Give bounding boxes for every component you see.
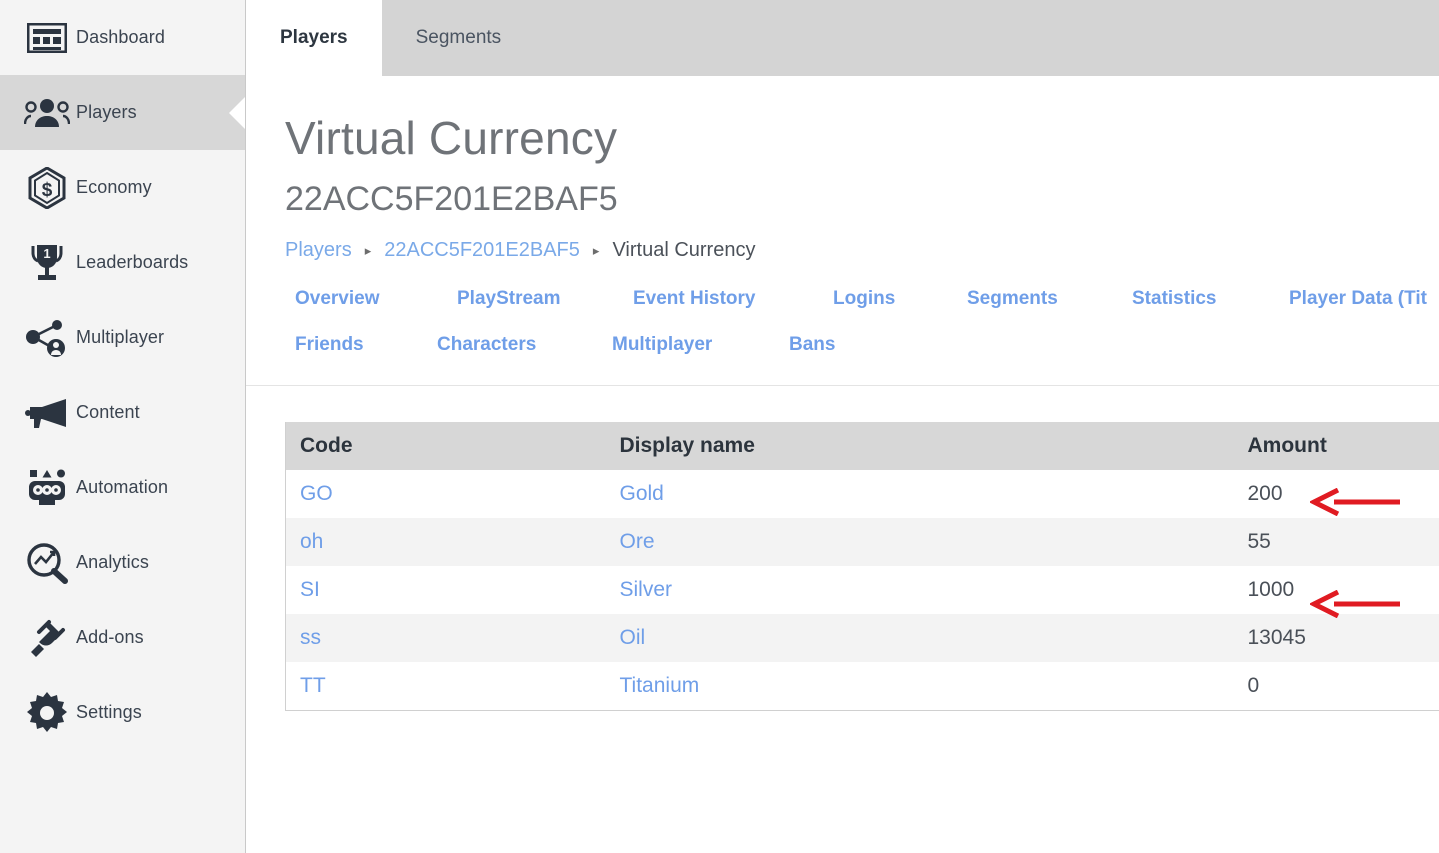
table-row: TTTitanium0	[286, 662, 1439, 711]
breadcrumb-separator-icon: ▸	[590, 244, 603, 257]
megaphone-icon	[18, 397, 76, 429]
sidebar-item-label: Automation	[76, 477, 168, 498]
breadcrumb-separator-icon: ▸	[362, 244, 375, 257]
sidebar-item-label: Multiplayer	[76, 327, 164, 348]
virtual-currency-table-wrapper: CodeDisplay nameAmount GOGold200ohOre55S…	[285, 422, 1439, 711]
sidebar-item-label: Content	[76, 402, 140, 423]
currency-code-link[interactable]: oh	[286, 518, 606, 566]
subnav-link-segments[interactable]: Segments	[967, 288, 1058, 310]
sidebar-item-add-ons[interactable]: Add-ons	[0, 600, 245, 675]
tab-label: Players	[280, 27, 348, 49]
page-subtitle: 22ACC5F201E2BAF5	[285, 182, 1439, 218]
table-row: ssOil13045	[286, 614, 1439, 662]
currency-name-link[interactable]: Gold	[606, 470, 1234, 518]
main-sidebar: Dashboard Players $ Economy 1 Leaderboards Mul…	[0, 0, 246, 853]
currency-code-link[interactable]: SI	[286, 566, 606, 614]
breadcrumb-item-3: Virtual Currency	[612, 239, 755, 262]
automation-icon	[18, 468, 76, 508]
currency-amount-value: 13045	[1234, 614, 1439, 662]
svg-text:$: $	[42, 180, 53, 201]
economy-icon: $	[18, 167, 76, 209]
currency-code-link[interactable]: GO	[286, 470, 606, 518]
breadcrumb-item-2[interactable]: 22ACC5F201E2BAF5	[384, 239, 580, 262]
dashboard-icon	[18, 23, 76, 53]
sidebar-item-analytics[interactable]: Analytics	[0, 525, 245, 600]
section-divider	[246, 385, 1439, 386]
column-header-amount[interactable]: Amount	[1234, 422, 1439, 470]
main-content: Players Segments Virtual Currency 22ACC5F…	[246, 0, 1439, 853]
sidebar-item-multiplayer[interactable]: Multiplayer	[0, 300, 245, 375]
sidebar-item-label: Analytics	[76, 552, 149, 573]
table-row: GOGold200	[286, 470, 1439, 518]
sidebar-item-settings[interactable]: Settings	[0, 675, 245, 750]
currency-code-link[interactable]: TT	[286, 662, 606, 711]
sub-navigation-row-1: Overview PlayStream Event History Logins Seg…	[285, 288, 1439, 314]
sub-navigation-row-2: Friends Characters Multiplayer Bans	[285, 334, 1439, 360]
sidebar-item-players[interactable]: Players	[0, 75, 245, 150]
subnav-link-event-history[interactable]: Event History	[633, 288, 755, 310]
currency-code-link[interactable]: ss	[286, 614, 606, 662]
plug-icon	[18, 618, 76, 658]
subnav-link-logins[interactable]: Logins	[833, 288, 895, 310]
sidebar-item-label: Economy	[76, 177, 152, 198]
table-body: GOGold200ohOre55SISilver1000ssOil13045TT…	[286, 470, 1439, 711]
sidebar-item-automation[interactable]: Automation	[0, 450, 245, 525]
currency-name-link[interactable]: Ore	[606, 518, 1234, 566]
table-row: ohOre55	[286, 518, 1439, 566]
page-body: Virtual Currency 22ACC5F201E2BAF5 Player…	[246, 114, 1439, 711]
subnav-link-player-data-tit[interactable]: Player Data (Tit	[1289, 288, 1427, 310]
analytics-icon	[18, 542, 76, 584]
sidebar-item-label: Players	[76, 102, 137, 123]
subnav-link-playstream[interactable]: PlayStream	[457, 288, 561, 310]
sidebar-item-content[interactable]: Content	[0, 375, 245, 450]
subnav-link-friends[interactable]: Friends	[295, 334, 364, 356]
currency-amount-value: 200	[1234, 470, 1439, 518]
breadcrumb: Players ▸ 22ACC5F201E2BAF5 ▸ Virtual Currenc…	[285, 239, 1439, 262]
virtual-currency-table: CodeDisplay nameAmount GOGold200ohOre55S…	[285, 422, 1439, 711]
players-icon	[18, 98, 76, 128]
subnav-link-multiplayer[interactable]: Multiplayer	[612, 334, 712, 356]
sidebar-item-label: Dashboard	[76, 27, 165, 48]
sidebar-item-label: Add-ons	[76, 627, 144, 648]
table-row: SISilver1000	[286, 566, 1439, 614]
subnav-link-overview[interactable]: Overview	[295, 288, 380, 310]
top-tab-bar: Players Segments	[246, 0, 1439, 76]
table-header: CodeDisplay nameAmount	[286, 422, 1439, 470]
subnav-link-characters[interactable]: Characters	[437, 334, 536, 356]
sidebar-item-economy[interactable]: $ Economy	[0, 150, 245, 225]
application-root: Dashboard Players $ Economy 1 Leaderboards Mul…	[0, 0, 1439, 853]
sidebar-item-label: Leaderboards	[76, 252, 188, 273]
page-title: Virtual Currency	[285, 114, 1439, 162]
multiplayer-icon	[18, 319, 76, 357]
tab-segments[interactable]: Segments	[382, 0, 536, 76]
gear-icon	[18, 692, 76, 734]
currency-name-link[interactable]: Titanium	[606, 662, 1234, 711]
column-header-display-name[interactable]: Display name	[606, 422, 1234, 470]
table-header-row: CodeDisplay nameAmount	[286, 422, 1439, 470]
subnav-link-statistics[interactable]: Statistics	[1132, 288, 1216, 310]
trophy-icon: 1	[18, 242, 76, 284]
tab-players[interactable]: Players	[246, 0, 382, 76]
currency-name-link[interactable]: Silver	[606, 566, 1234, 614]
sidebar-item-dashboard[interactable]: Dashboard	[0, 0, 245, 75]
currency-amount-value: 55	[1234, 518, 1439, 566]
column-header-code[interactable]: Code	[286, 422, 606, 470]
currency-amount-value: 1000	[1234, 566, 1439, 614]
svg-text:1: 1	[43, 246, 50, 261]
tab-label: Segments	[416, 27, 502, 49]
currency-amount-value: 0	[1234, 662, 1439, 711]
breadcrumb-item-1[interactable]: Players	[285, 239, 352, 262]
sidebar-item-label: Settings	[76, 702, 142, 723]
subnav-link-bans[interactable]: Bans	[789, 334, 835, 356]
sidebar-item-leaderboards[interactable]: 1 Leaderboards	[0, 225, 245, 300]
currency-name-link[interactable]: Oil	[606, 614, 1234, 662]
